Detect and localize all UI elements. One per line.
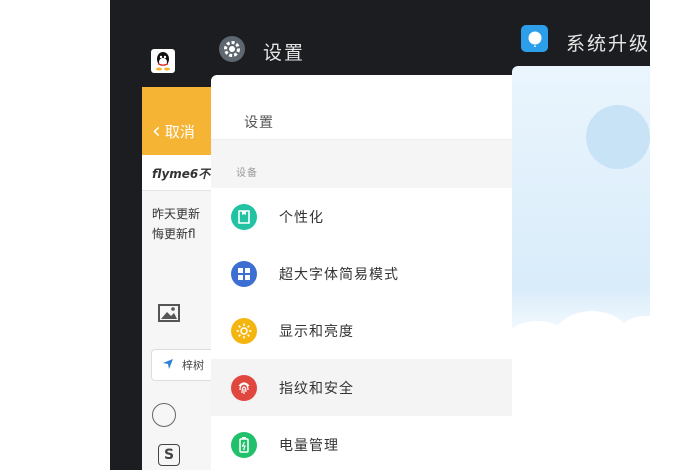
sogou-input-icon[interactable]: S: [158, 444, 180, 466]
qq-note-card[interactable]: ‹ 取消 flyme6不 昨天更新 悔更新fl 梓树 S: [142, 87, 217, 470]
settings-item-personalize[interactable]: 个性化: [211, 188, 521, 245]
system-update-card[interactable]: [512, 66, 650, 470]
battery-icon: [231, 431, 257, 458]
fingerprint-icon: [231, 374, 257, 401]
qq-app-icon[interactable]: [151, 49, 175, 73]
cancel-button[interactable]: ‹ 取消: [152, 118, 195, 144]
cloud-base: [512, 346, 650, 470]
note-toolbar: [142, 299, 217, 333]
sun-illustration: [586, 105, 650, 169]
note-line: 昨天更新: [152, 207, 201, 221]
note-title: flyme6不: [142, 155, 217, 191]
right-margin: [650, 0, 679, 470]
settings-item-label: 个性化: [279, 209, 324, 226]
brightness-icon: [231, 317, 257, 344]
large-font-icon: [231, 260, 257, 287]
system-update-title: 系统升级: [566, 33, 651, 55]
update-balloon-icon: [528, 31, 541, 47]
emoji-icon[interactable]: [152, 403, 176, 427]
note-line: 悔更新fl: [152, 227, 196, 241]
settings-item-label: 超大字体简易模式: [279, 266, 399, 283]
settings-app-icon[interactable]: [219, 36, 245, 62]
chevron-left-icon: ‹: [152, 118, 161, 144]
cancel-label: 取消: [164, 123, 195, 141]
settings-card[interactable]: 设置 设备 个性化 超大字体简易模式 显示和亮度 指纹和安全 电量管理: [211, 75, 521, 470]
settings-item-large-font[interactable]: 超大字体简易模式: [211, 245, 521, 302]
settings-item-fingerprint-security[interactable]: 指纹和安全: [211, 359, 521, 416]
navigation-arrow-icon: [162, 358, 174, 373]
qq-note-header: ‹ 取消: [142, 87, 217, 155]
section-header-device: 设备: [211, 140, 521, 188]
settings-item-label: 电量管理: [279, 437, 339, 454]
settings-app-title: 设置: [263, 42, 306, 64]
settings-item-label: 指纹和安全: [279, 380, 354, 397]
settings-page-title: 设置: [211, 75, 521, 140]
system-update-app-icon[interactable]: [521, 25, 548, 52]
gear-icon: [224, 41, 240, 57]
settings-item-display-brightness[interactable]: 显示和亮度: [211, 302, 521, 359]
personalize-icon: [231, 203, 257, 230]
location-chip[interactable]: 梓树: [151, 349, 217, 381]
location-text: 梓树: [182, 359, 204, 372]
note-body[interactable]: 昨天更新 悔更新fl: [142, 191, 217, 244]
image-icon[interactable]: [158, 304, 180, 326]
settings-item-label: 显示和亮度: [279, 323, 354, 340]
settings-item-battery[interactable]: 电量管理: [211, 416, 521, 470]
